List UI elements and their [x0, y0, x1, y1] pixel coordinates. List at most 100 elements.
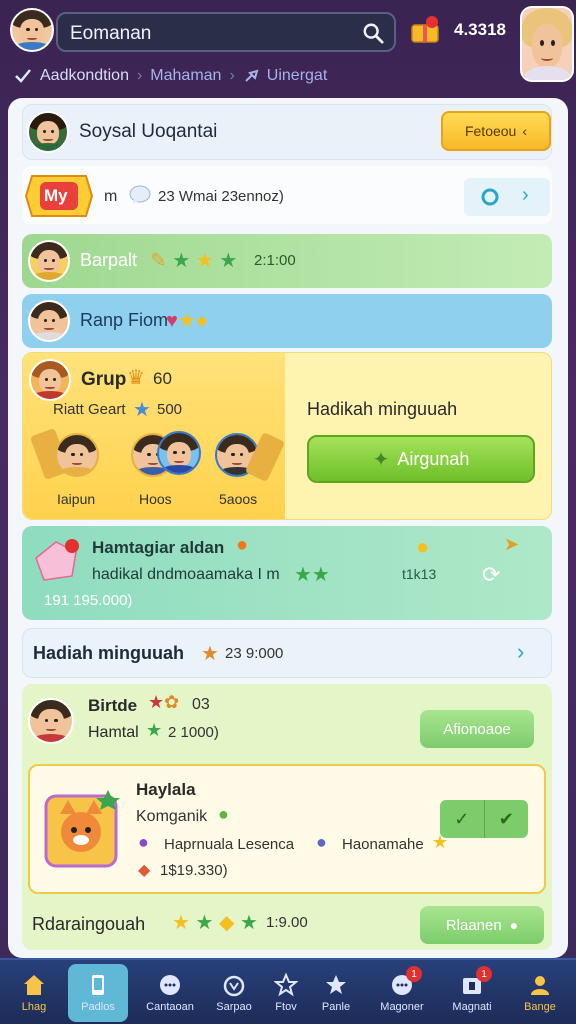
birtde-name: Hamtal — [88, 724, 139, 741]
profile-avatar[interactable] — [27, 111, 69, 153]
chevron-right-icon[interactable]: › — [517, 639, 524, 665]
grup-card: Grup ♛ 60 Riatt Geart ★ 500 Iaipun Hoos … — [22, 352, 552, 520]
birtde-title: Birtde — [88, 696, 138, 715]
grup-score: 500 — [157, 401, 183, 418]
rdarain-value: 1:9.00 — [266, 914, 308, 931]
grup-subtitle: Riatt Geart — [53, 401, 126, 418]
breadcrumb-item[interactable]: Aadkondtion — [40, 67, 129, 85]
member-avatar[interactable] — [131, 431, 201, 483]
arrow-icon: ➤ — [504, 534, 520, 554]
main-panel: Soysal Uoqantai Fetoeou ‹ My m 23 Wmai 2… — [8, 98, 568, 958]
coin-icon: ● — [416, 534, 430, 559]
hamtagiar-value: t1k13 — [402, 566, 437, 582]
leaf-icon: ✦ — [372, 448, 390, 471]
birtde-card: Birtde ★✿ 03 Hamtal ★ 2 1000) Afionoaoe … — [22, 684, 552, 950]
star-icons: ★✿ — [148, 692, 180, 712]
nav-item-magoner[interactable]: Magoner 1 — [372, 964, 432, 1022]
profile-action-button[interactable]: Fetoeou ‹ — [441, 111, 551, 151]
my-badge-label: My — [44, 186, 68, 205]
refresh-button[interactable]: › — [464, 178, 550, 216]
my-row-text: 23 Wmai 23ennoz) — [158, 188, 284, 205]
rdarain-action-button[interactable]: Rlaanen ● — [420, 906, 544, 944]
hamtagiar-amount: 191 195.000) — [44, 592, 133, 609]
rdarain-title: Rdaraingouah — [32, 914, 146, 934]
ranp-avatar — [28, 300, 70, 342]
nav-item-home[interactable]: Lhag — [4, 964, 64, 1022]
star-icons: ✎ ★ ★ ★ — [150, 250, 238, 272]
chevron-right-icon: › — [522, 184, 529, 206]
hadiah-title: Hadiah minguuah — [33, 643, 185, 663]
barpalt-value: 2:1:00 — [254, 252, 296, 269]
user-avatar[interactable] — [10, 8, 54, 52]
search-icon[interactable] — [362, 22, 384, 44]
heart-star-icons: ♥★● — [166, 310, 208, 332]
nav-item-panle[interactable]: Panle — [306, 964, 366, 1022]
search-value: Eomanan — [70, 23, 152, 44]
member-name: Hoos — [139, 491, 172, 507]
notification-badge: 1 — [476, 966, 492, 982]
haylala-action-button[interactable]: ✓ ✔ — [440, 800, 528, 838]
purple-dot-icon: ● — [138, 832, 149, 852]
reward-title: Hadikah minguuah — [307, 399, 458, 419]
haylala-subtitle: Komganik — [136, 808, 208, 825]
haylala-price: 1$19.330) — [160, 862, 228, 879]
haylala-item2: Haonamahe — [342, 836, 424, 853]
barpalt-avatar — [28, 240, 70, 282]
profile-card: Soysal Uoqantai Fetoeou ‹ — [22, 104, 552, 160]
star-icons: ★★ — [294, 564, 330, 586]
home-icon — [24, 975, 44, 995]
hamtagiar-title: Hamtagiar aldan — [92, 538, 225, 557]
nav-item-magnati[interactable]: Magnati 1 — [442, 964, 502, 1022]
top-bar: Eomanan 4.3318 Aadkondtion › Mahaman › U… — [0, 0, 576, 84]
blue-dot-icon: ● — [316, 832, 327, 852]
grup-title: Grup — [81, 369, 127, 390]
bag-icon — [223, 975, 245, 997]
tag-icon: ◆ — [138, 862, 151, 879]
gift-icon[interactable] — [410, 16, 440, 44]
hadiah-row[interactable]: Hadiah minguuah ★ 23 9:000 › — [22, 628, 552, 678]
breadcrumb-item[interactable]: Mahaman — [150, 67, 221, 85]
sync-icon[interactable]: ⟳ — [482, 562, 500, 588]
birtde-extra: 03 — [192, 696, 210, 713]
birtde-avatar — [28, 698, 74, 744]
ranp-row[interactable]: Ranp Fiom ♥★● — [22, 294, 552, 348]
nav-item-bag[interactable]: Sarpao — [204, 964, 264, 1022]
breadcrumb-item[interactable]: Uinergat — [267, 67, 327, 85]
breadcrumb: Aadkondtion › Mahaman › Uinergat — [14, 64, 327, 88]
star-icon — [326, 975, 346, 994]
grup-count: 60 — [153, 369, 172, 388]
member-avatar[interactable] — [215, 431, 286, 483]
star-icons: ★ ★ ◆ ★ — [172, 912, 258, 934]
search-icon: ● — [509, 917, 519, 933]
friend-avatar[interactable] — [520, 6, 574, 82]
chat-icon — [160, 975, 180, 995]
check-icon: ✓ — [440, 800, 485, 838]
phone-icon — [92, 975, 104, 995]
haylala-card[interactable]: Haylala Komganik ● ● Haprnuala Lesenca ●… — [28, 764, 546, 894]
member-name: 5aoos — [219, 491, 258, 507]
star-icon: ★ — [133, 399, 151, 421]
chat-bubble-icon — [129, 185, 151, 205]
nav-item-phone[interactable]: Padlos — [68, 964, 128, 1022]
barpalt-name: Barpalt — [80, 250, 138, 270]
fire-icon: ● — [236, 534, 249, 556]
barpalt-row[interactable]: Barpalt ✎ ★ ★ ★ 2:1:00 — [22, 234, 552, 288]
refresh-icon — [481, 188, 499, 206]
hamtagiar-row[interactable]: Hamtagiar aldan ● hadikal dndmoaamaka I … — [22, 526, 552, 620]
hamtagiar-desc: hadikal dndmoaamaka I m — [92, 566, 280, 583]
coin-balance: 4.3318 — [454, 20, 506, 39]
nav-item-chat[interactable]: Cantaoan — [140, 964, 200, 1022]
nav-item-bange[interactable]: Bange — [510, 964, 570, 1022]
check-icon — [15, 69, 31, 83]
search-input[interactable]: Eomanan — [56, 12, 396, 52]
birtde-value: 2 1000) — [168, 724, 219, 741]
reward-claim-button[interactable]: ✦ Airgunah — [307, 435, 535, 483]
star-outline-icon — [274, 973, 298, 997]
birtde-action-button[interactable]: Afionoaoe — [420, 710, 534, 748]
breadcrumb-separator: › — [136, 67, 143, 84]
member-avatar[interactable] — [29, 427, 101, 483]
star-icon: ★ — [201, 643, 219, 665]
notification-badge: 1 — [406, 966, 422, 982]
profile-name: Soysal Uoqantai — [79, 121, 218, 142]
star-icon: ★ — [146, 720, 163, 740]
